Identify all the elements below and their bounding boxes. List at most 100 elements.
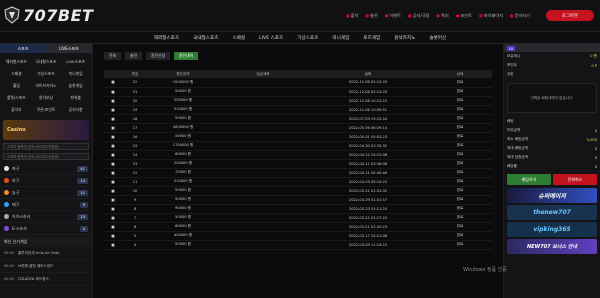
table-row: ■ 9 50000 원 2022-03-29 01:41:57 완료: [104, 195, 492, 205]
grid-item[interactable]: LIVE스포츠: [61, 56, 90, 67]
live-item[interactable]: 06:00 플루미넨세 Unio de Vista: [0, 247, 92, 260]
grid-item[interactable]: 홀덤: [2, 80, 31, 91]
row-checkbox[interactable]: ■: [104, 114, 122, 124]
live-item[interactable]: 06:00 브뤼헤 클럽 페이스샌드: [0, 260, 92, 273]
row-checkbox[interactable]: ■: [104, 150, 122, 160]
row-checkbox[interactable]: ■: [104, 213, 122, 223]
telegram-banner-vip[interactable]: vipking365: [507, 222, 597, 237]
nav-item-domestic-sports[interactable]: 국내형스포츠: [193, 35, 218, 41]
toplink-notice[interactable]: ●공지/규정: [408, 13, 429, 19]
row-number: 18: [122, 114, 148, 124]
grid-item[interactable]: 원석보상: [32, 92, 61, 103]
toplink-event[interactable]: ●이벤트: [385, 13, 401, 19]
search-input-secondary[interactable]: 스포츠 종목의 검색 (국가/리그/팀명): [3, 153, 89, 160]
grid-item[interactable]: 해외형스포츠: [2, 56, 31, 67]
row-checkbox[interactable]: ■: [104, 105, 122, 115]
row-checkbox[interactable]: ■: [104, 240, 122, 250]
grid-item[interactable]: 쿠폰/포인트: [32, 104, 61, 115]
row-account: [218, 213, 308, 223]
esports-icon: [4, 226, 9, 231]
sport-item-basketball[interactable]: 농구 11: [0, 187, 92, 199]
search-input[interactable]: 스포츠 종목의 검색 (국가/리그/팀명): [3, 143, 89, 150]
row-number: 13: [122, 159, 148, 169]
nav-item-rose-game[interactable]: 로즈게임: [363, 35, 380, 41]
live-item[interactable]: 06:00 디트로이트 레드윙스: [0, 273, 92, 286]
row-label: 최대 당첨금액: [507, 155, 528, 159]
casino-banner[interactable]: Casino: [3, 120, 89, 140]
row-checkbox[interactable]: ■: [104, 168, 122, 178]
nav-item-slot[interactable]: 슬롯머신: [429, 35, 446, 41]
row-checkbox[interactable]: ■: [104, 159, 122, 169]
toplink-attendance[interactable]: ●출석: [346, 13, 358, 19]
popular-games-title: 최신 인기게임: [0, 237, 92, 247]
bonus-banner[interactable]: NEW707 보너스 안내: [507, 239, 597, 254]
toplink-mypage[interactable]: ●마이페이지: [479, 13, 503, 19]
row-checkbox[interactable]: ■: [104, 96, 122, 106]
sport-item-icehockey[interactable]: 아이스하키 23: [0, 211, 92, 223]
dot-icon: ●: [479, 13, 483, 18]
grid-item[interactable]: 미니게임: [61, 68, 90, 79]
nav-item-overseas-sports[interactable]: 해외형스포츠: [154, 35, 179, 41]
row-checkbox[interactable]: ■: [104, 123, 122, 133]
grid-item[interactable]: 출석부: [2, 104, 31, 115]
tab-withdraw-request[interactable]: 환전신청: [146, 52, 170, 60]
brand-logo[interactable]: 707BET: [4, 5, 118, 25]
nav-item-casino[interactable]: 원석카지노: [394, 35, 415, 41]
row-label: 배팅: [507, 119, 514, 123]
row-status: 완료: [428, 186, 492, 196]
sport-item-baseball[interactable]: 야구 13: [0, 175, 92, 187]
tab-sports[interactable]: 스포츠: [0, 44, 46, 53]
row-checkbox[interactable]: ■: [104, 141, 122, 151]
nav-item-special[interactable]: 스페셜: [232, 35, 245, 41]
sport-label: 야구: [12, 177, 20, 183]
toplink-charge[interactable]: ●충전: [365, 13, 377, 19]
grid-item[interactable]: 룰렛/스포츠: [2, 92, 31, 103]
toplink-label: 마이페이지: [483, 13, 503, 18]
row-checkbox[interactable]: ■: [104, 186, 122, 196]
shield-logo-icon: [4, 6, 20, 24]
tab-live-sports[interactable]: LIVE스포츠: [46, 44, 92, 53]
row-checkbox[interactable]: ■: [104, 204, 122, 214]
row-number: 11: [122, 177, 148, 187]
toplink-message[interactable]: ●쪽지: [436, 13, 448, 19]
history-tabs: 전체 충전 환전신청 환전내역: [104, 52, 496, 60]
grid-item[interactable]: 가상스포츠: [32, 68, 61, 79]
table-row: ■ 10 50000 원 2022-03-31 01:31:32 완료: [104, 186, 492, 196]
row-checkbox[interactable]: ■: [104, 195, 122, 205]
sport-item-esports[interactable]: E-스포츠 4: [0, 223, 92, 235]
tab-withdraw-history[interactable]: 환전내역: [173, 52, 198, 60]
row-checkbox[interactable]: ■: [104, 177, 122, 187]
nav-item-minigame[interactable]: 미니게임: [332, 35, 349, 41]
row-account: [218, 105, 308, 115]
logout-button[interactable]: 로그아웃: [546, 10, 594, 21]
dot-icon: ●: [455, 13, 460, 18]
row-checkbox[interactable]: ■: [104, 231, 122, 241]
row-checkbox[interactable]: ■: [104, 78, 122, 88]
toplink-point[interactable]: ●포인트: [456, 13, 472, 19]
sport-item-soccer[interactable]: 축구 41: [0, 163, 92, 175]
nav-item-live-sports[interactable]: LIVE 스포츠: [259, 35, 283, 41]
grid-item[interactable]: 파워볼: [61, 92, 90, 103]
tab-all[interactable]: 전체: [104, 52, 121, 60]
bet-row: 최대 당첨금액 0: [504, 153, 600, 162]
grid-item[interactable]: 국내형스포츠: [32, 56, 61, 67]
grid-item[interactable]: 공지사항: [61, 104, 90, 115]
nav-item-virtual-sports[interactable]: 가상스포츠: [297, 35, 318, 41]
row-checkbox[interactable]: ■: [104, 132, 122, 142]
toplink-inquiry[interactable]: ●문의하기: [510, 13, 530, 19]
telegram-banner[interactable]: thenew707: [507, 205, 597, 220]
left-sidebar: 스포츠 LIVE스포츠 해외형스포츠 국내형스포츠 LIVE스포츠 스페셜 가상…: [0, 44, 93, 298]
tab-charge[interactable]: 충전: [125, 52, 142, 60]
row-checkbox[interactable]: ■: [104, 87, 122, 97]
row-number: 15: [122, 141, 148, 151]
row-amount: 50000 원: [148, 195, 218, 205]
cancel-all-button[interactable]: 전체취소: [553, 174, 597, 185]
row-amount: 50000 원: [148, 114, 218, 124]
grid-item[interactable]: 라이브카지노: [32, 80, 61, 91]
grid-item[interactable]: 스페셜: [2, 68, 31, 79]
sport-item-volleyball[interactable]: 배구 9: [0, 199, 92, 211]
promo-banner[interactable]: 슈퍼메이저: [507, 188, 597, 203]
grid-item[interactable]: 슬롯게임: [61, 80, 90, 91]
place-bet-button[interactable]: 배팅하기: [507, 174, 551, 185]
row-checkbox[interactable]: ■: [104, 222, 122, 232]
